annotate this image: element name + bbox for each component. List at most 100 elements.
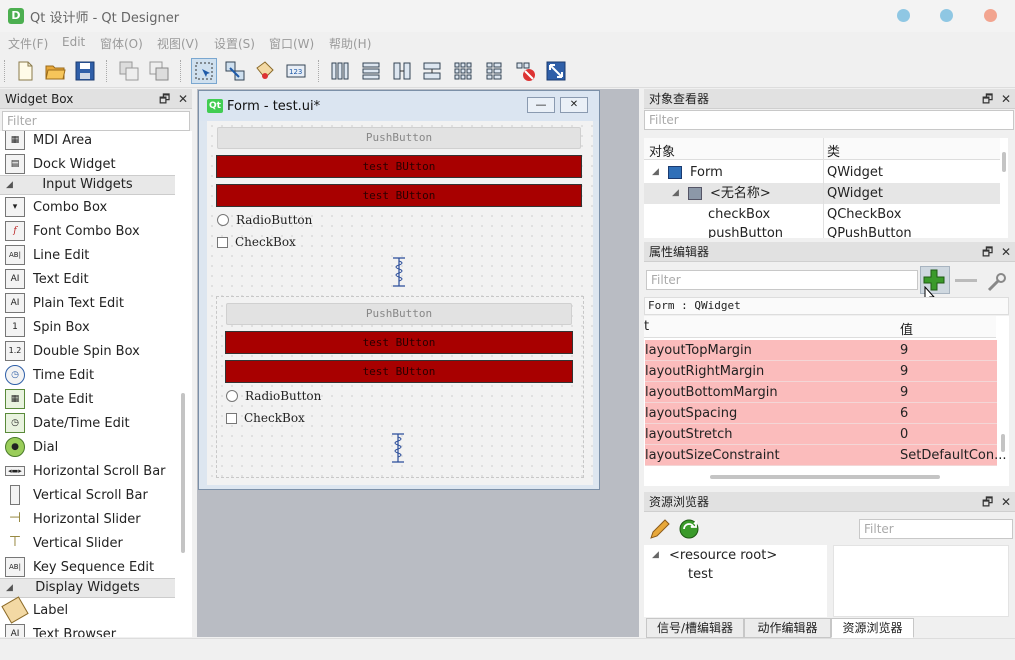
float-icon[interactable]: 🗗 xyxy=(982,92,993,106)
reload-icon[interactable] xyxy=(677,517,701,541)
widget-item-horizontal-scroll-bar[interactable]: ◂▬▸ Horizontal Scroll Bar xyxy=(0,459,175,483)
form-window[interactable]: Qt Form - test.ui* — ✕ PushButton test B… xyxy=(198,90,600,490)
edit-resources-pencil-icon[interactable] xyxy=(648,517,672,541)
layout-vertical-icon[interactable] xyxy=(358,58,384,84)
widget-item-time-edit[interactable]: ◷ Time Edit xyxy=(0,363,175,387)
category-display-widgets[interactable]: ◢ Display Widgets xyxy=(0,578,175,598)
tab-signal-slot-editor[interactable]: 信号/槽编辑器 xyxy=(646,618,744,638)
widget-item-text-browser[interactable]: AI Text Browser xyxy=(0,622,175,637)
resource-browser-filter[interactable]: Filter xyxy=(859,519,1013,539)
edit-widgets-icon[interactable] xyxy=(191,58,217,84)
form-title-bar[interactable]: Qt Form - test.ui* — ✕ xyxy=(199,91,599,121)
layout-horizontal-icon[interactable] xyxy=(327,58,353,84)
object-tree-scrollbar[interactable] xyxy=(1002,152,1006,172)
widget-item-spin-box[interactable]: 1 Spin Box xyxy=(0,315,175,339)
expand-triangle-icon[interactable]: ◢ xyxy=(652,550,659,560)
radio-button-2[interactable]: RadioButton xyxy=(226,389,321,403)
edit-buddies-icon[interactable] xyxy=(252,58,278,84)
property-value[interactable]: 6 xyxy=(900,403,908,424)
category-input-widgets[interactable]: ◢ Input Widgets xyxy=(0,175,175,195)
vertical-spacer-icon[interactable] xyxy=(389,257,409,287)
menu-settings[interactable]: 设置(S) xyxy=(214,35,255,52)
test-button-4[interactable]: test BUtton xyxy=(225,360,573,383)
copy-icon[interactable] xyxy=(116,58,142,84)
widget-item-plain-text-edit[interactable]: AI Plain Text Edit xyxy=(0,291,175,315)
menu-help[interactable]: 帮助(H) xyxy=(329,35,371,52)
property-value[interactable]: 9 xyxy=(900,340,908,361)
property-value[interactable]: 9 xyxy=(900,382,908,403)
tree-row-pushbutton[interactable]: pushButton QPushButton xyxy=(644,223,1000,238)
property-table-hscrollbar[interactable] xyxy=(710,475,940,479)
maximize-button[interactable] xyxy=(940,9,953,22)
close-icon[interactable]: ✕ xyxy=(178,92,188,106)
tab-action-editor[interactable]: 动作编辑器 xyxy=(744,618,831,638)
remove-dynamic-property-button[interactable] xyxy=(955,279,977,282)
test-button-1[interactable]: test BUtton xyxy=(216,155,582,178)
widget-item-mdi-area[interactable]: ▦ MDI Area xyxy=(0,131,175,152)
col-object-header[interactable]: 对象 xyxy=(649,141,675,160)
test-button-3[interactable]: test BUtton xyxy=(225,331,573,354)
configure-wrench-icon[interactable] xyxy=(985,270,1009,294)
col-class-header[interactable]: 类 xyxy=(827,141,840,160)
widget-item-dial[interactable]: ● Dial xyxy=(0,435,175,459)
widget-item-vertical-slider[interactable]: ⊤ Vertical Slider xyxy=(0,531,175,555)
push-button-1[interactable]: PushButton xyxy=(217,127,581,149)
widget-item-double-spin-box[interactable]: 1.2 Double Spin Box xyxy=(0,339,175,363)
menu-form[interactable]: 窗体(O) xyxy=(100,35,143,52)
widget-item-line-edit[interactable]: AB| Line Edit xyxy=(0,243,175,267)
widget-item-horizontal-slider[interactable]: ⊣ Horizontal Slider xyxy=(0,507,175,531)
tree-row-unnamed[interactable]: ◢ <无名称> QWidget xyxy=(644,183,1000,204)
property-row[interactable]: layoutRightMargin 9 xyxy=(645,361,997,382)
form-close-button[interactable]: ✕ xyxy=(560,97,588,113)
property-row[interactable]: layoutStretch 0 xyxy=(645,424,997,445)
object-inspector-filter[interactable]: Filter xyxy=(644,110,1014,130)
property-row[interactable]: layoutSpacing 6 xyxy=(645,403,997,424)
resource-child-item[interactable]: test xyxy=(688,567,713,582)
save-icon[interactable] xyxy=(72,58,98,84)
edit-tab-order-icon[interactable]: 123 xyxy=(283,58,309,84)
tree-row-form[interactable]: ◢ Form QWidget xyxy=(644,162,1000,183)
menu-file[interactable]: 文件(F) xyxy=(8,35,48,52)
push-button-2[interactable]: PushButton xyxy=(226,303,572,325)
checkbox-2[interactable]: CheckBox xyxy=(226,411,305,425)
edit-signals-slots-icon[interactable] xyxy=(222,58,248,84)
widget-box-filter[interactable]: Filter xyxy=(2,111,190,131)
widget-item-key-sequence-edit[interactable]: AB| Key Sequence Edit xyxy=(0,555,175,579)
radio-button-1[interactable]: RadioButton xyxy=(217,213,312,227)
menu-edit[interactable]: Edit xyxy=(62,35,85,49)
property-editor-filter[interactable]: Filter xyxy=(646,270,918,290)
menu-window[interactable]: 窗口(W) xyxy=(269,35,314,52)
float-icon[interactable]: 🗗 xyxy=(982,495,993,509)
close-icon[interactable]: ✕ xyxy=(1001,92,1011,106)
checkbox-1[interactable]: CheckBox xyxy=(217,235,296,249)
property-value[interactable]: 9 xyxy=(900,361,908,382)
break-layout-icon[interactable] xyxy=(512,58,538,84)
new-file-icon[interactable] xyxy=(12,58,38,84)
form-minimize-button[interactable]: — xyxy=(527,97,555,113)
form-canvas[interactable]: PushButton test BUtton test BUtton Radio… xyxy=(207,121,593,485)
layout-horizontal-splitter-icon[interactable] xyxy=(389,58,415,84)
layout-form-icon[interactable] xyxy=(481,58,507,84)
col-value-header[interactable]: 值 xyxy=(900,319,913,338)
widget-item-date-edit[interactable]: ▦ Date Edit xyxy=(0,387,175,411)
widget-item-font-combo-box[interactable]: f Font Combo Box xyxy=(0,219,175,243)
paste-icon[interactable] xyxy=(146,58,172,84)
resource-root-item[interactable]: <resource root> xyxy=(669,548,777,563)
widget-item-combo-box[interactable]: ▾ Combo Box xyxy=(0,195,175,219)
widget-item-date-time-edit[interactable]: ◷ Date/Time Edit xyxy=(0,411,175,435)
property-row[interactable]: layoutSizeConstraint SetDefaultCon... xyxy=(645,445,1007,466)
test-button-2[interactable]: test BUtton xyxy=(216,184,582,207)
expand-triangle-icon[interactable]: ◢ xyxy=(652,162,659,183)
tree-row-checkbox[interactable]: checkBox QCheckBox xyxy=(644,204,1000,225)
layout-grid-icon[interactable] xyxy=(450,58,476,84)
float-icon[interactable]: 🗗 xyxy=(982,245,993,259)
widget-item-dock-widget[interactable]: ▤ Dock Widget xyxy=(0,152,175,176)
minimize-button[interactable] xyxy=(897,9,910,22)
layout-vertical-splitter-icon[interactable] xyxy=(419,58,445,84)
widget-item-label[interactable]: Label xyxy=(0,596,175,624)
float-icon[interactable]: 🗗 xyxy=(159,92,170,106)
widget-box-scrollbar[interactable] xyxy=(181,393,185,553)
property-value[interactable]: SetDefaultCon... xyxy=(900,445,1007,466)
close-button[interactable] xyxy=(984,9,997,22)
open-folder-icon[interactable] xyxy=(42,58,68,84)
